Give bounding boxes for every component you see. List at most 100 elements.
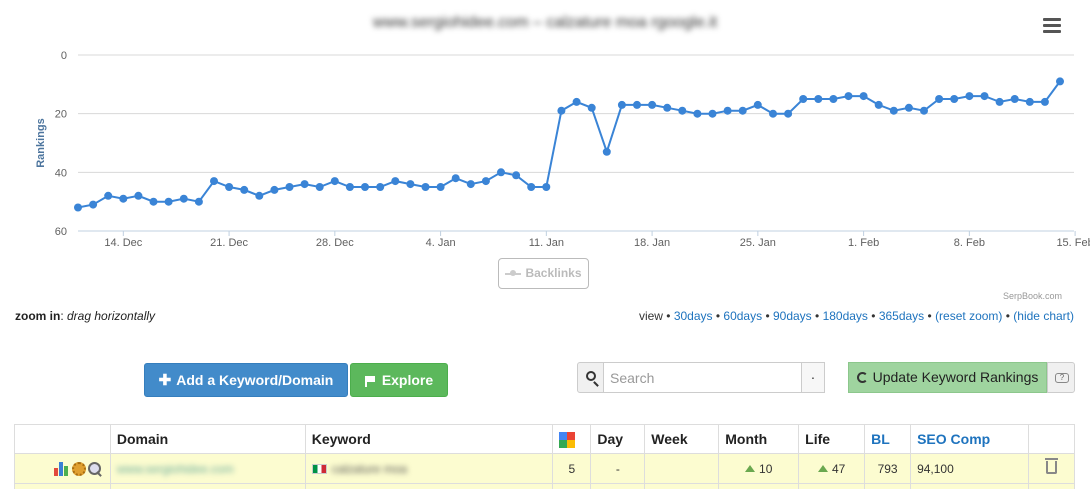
- x-tick-label: 11. Jan: [529, 237, 564, 249]
- view-90days-link[interactable]: 90days: [773, 309, 812, 323]
- ranking-point: [134, 191, 143, 200]
- view-range-links: view • 30days • 60days • 90days • 180day…: [638, 309, 1074, 323]
- chart-svg: 0 20 40 60 Rankings 14. Dec 21. Dec 28. Dec 4. J…: [35, 50, 1090, 249]
- view-30days-link[interactable]: 30days: [674, 309, 713, 323]
- refresh-icon: [856, 372, 868, 383]
- plus-icon: ✚: [158, 372, 172, 389]
- search-icon: [586, 371, 596, 381]
- ranking-chart[interactable]: www.sergiohidee.com – calzature moa rgoo…: [0, 0, 1090, 301]
- ranking-point: [995, 97, 1004, 106]
- ranking-series-line: [77, 80, 1061, 209]
- zoom-instruction: drag horizontally: [67, 309, 156, 323]
- header-keyword[interactable]: Keyword: [304, 424, 554, 454]
- help-button[interactable]: ?: [1047, 362, 1075, 393]
- chart-icon[interactable]: [53, 461, 70, 476]
- update-rankings-button[interactable]: Update Keyword Rankings: [848, 362, 1047, 393]
- ranking-point: [723, 106, 732, 115]
- row-bl: 793: [864, 453, 912, 484]
- hide-chart-link[interactable]: (hide chart): [1013, 309, 1074, 323]
- y-tick-label: 60: [55, 226, 67, 238]
- ranking-point: [270, 185, 279, 194]
- header-bl[interactable]: BL: [864, 424, 912, 454]
- y-tick-label: 20: [55, 109, 67, 121]
- x-tick-label: 25. Jan: [740, 237, 776, 249]
- row-life-cell: 47: [798, 453, 866, 484]
- add-keyword-button[interactable]: ✚ Add a Keyword/Domain: [144, 363, 348, 397]
- ranking-point: [315, 183, 324, 191]
- y-tick-label: 0: [61, 50, 67, 62]
- y-tick-label: 40: [55, 167, 67, 179]
- ranking-point: [527, 183, 536, 191]
- ranking-point: [935, 95, 944, 103]
- ranking-point: [829, 95, 838, 103]
- ranking-point: [421, 183, 430, 191]
- row-delete-cell: [1027, 453, 1076, 484]
- ranking-point: [1010, 95, 1019, 103]
- ranking-point: [859, 92, 868, 101]
- ranking-point: [1040, 97, 1049, 106]
- view-180days-link[interactable]: 180days: [823, 309, 868, 323]
- ranking-point: [512, 171, 521, 180]
- row-life: 47: [831, 461, 846, 476]
- row-keyword[interactable]: calzature moa: [332, 462, 407, 476]
- legend-backlinks-button[interactable]: Backlinks: [498, 258, 589, 289]
- ranking-point: [542, 183, 551, 191]
- explore-button[interactable]: Explore: [350, 363, 448, 397]
- row-keyword-cell[interactable]: calzature moa: [304, 453, 554, 484]
- ranking-point: [1025, 97, 1034, 106]
- x-tick-label: 8. Feb: [954, 237, 985, 249]
- ranking-point: [210, 177, 218, 186]
- ranking-point: [648, 100, 657, 109]
- row-week: [644, 453, 720, 484]
- x-tick-label: 21. Dec: [210, 237, 248, 249]
- zoom-hint: zoom in: drag horizontally: [15, 309, 156, 323]
- gear-icon[interactable]: [71, 461, 86, 476]
- ranking-point: [255, 191, 264, 200]
- row-domain[interactable]: www.sergiohidee.com: [117, 462, 234, 476]
- header-google[interactable]: [552, 424, 592, 454]
- header-day[interactable]: Day: [590, 424, 646, 454]
- view-60days-link[interactable]: 60days: [723, 309, 762, 323]
- x-tick-label: 28. Dec: [316, 237, 354, 249]
- ranking-point: [572, 97, 581, 106]
- ranking-point: [194, 197, 203, 206]
- ranking-point: [753, 100, 762, 109]
- ranking-point: [74, 203, 82, 212]
- ranking-point: [1056, 77, 1064, 86]
- row-actions-cell: [14, 453, 111, 484]
- ranking-point: [391, 177, 400, 186]
- row-domain-cell[interactable]: www.sergiohidee.com: [109, 453, 306, 484]
- ranking-point: [904, 103, 913, 112]
- flag-icon: [364, 376, 375, 387]
- trash-icon[interactable]: [1044, 457, 1058, 474]
- ranking-point: [164, 197, 173, 206]
- ranking-point: [889, 106, 898, 115]
- reset-zoom-link[interactable]: (reset zoom): [935, 309, 1002, 323]
- header-delete: [1027, 424, 1076, 454]
- row-month: 10: [759, 461, 773, 476]
- row-google-rank: 5: [552, 453, 592, 484]
- ranking-point: [345, 183, 354, 191]
- ranking-point: [406, 180, 415, 189]
- view-365days-link[interactable]: 365days: [879, 309, 924, 323]
- view-label: view: [638, 309, 663, 323]
- magnifier-icon[interactable]: [87, 461, 102, 476]
- ranking-point: [104, 191, 113, 200]
- search-input[interactable]: [604, 362, 802, 393]
- header-domain[interactable]: Domain: [109, 424, 306, 454]
- ranking-point: [617, 100, 626, 109]
- ranking-point: [119, 194, 128, 203]
- ranking-point: [587, 103, 596, 112]
- header-month[interactable]: Month: [718, 424, 800, 454]
- chart-credit[interactable]: SerpBook.com: [1003, 291, 1062, 301]
- ranking-point: [451, 174, 460, 183]
- ranking-point: [300, 180, 309, 189]
- header-seo-comp[interactable]: SEO Comp: [910, 424, 1029, 454]
- header-week[interactable]: Week: [644, 424, 720, 454]
- header-life[interactable]: Life: [798, 424, 866, 454]
- legend-line-icon: [505, 269, 522, 276]
- ranking-point: [89, 200, 98, 209]
- keywords-table: Domain Keyword Day Week Month Life BL SE…: [14, 424, 1076, 489]
- x-tick-label: 18. Jan: [634, 237, 670, 249]
- ranking-point: [557, 106, 566, 115]
